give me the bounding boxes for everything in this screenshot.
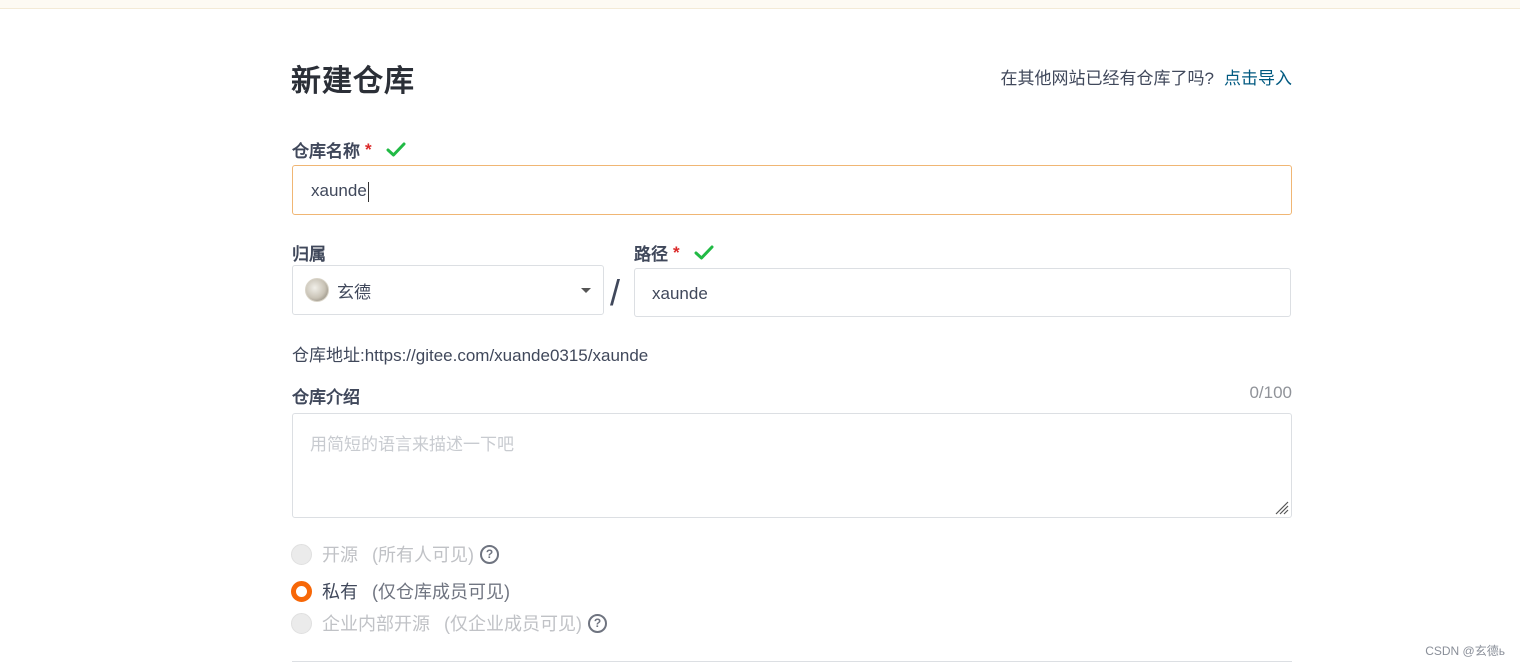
radio-private[interactable]: 私有 (仅仓库成员可见) [291,578,510,604]
radio-button[interactable] [291,580,312,602]
resize-handle-icon[interactable] [1273,499,1289,515]
radio-label: 企业内部开源 [322,614,430,634]
path-separator: / [610,272,621,313]
radio-sub-label: (仅企业成员可见) [444,614,582,634]
radio-label: 开源 [322,545,358,565]
import-link[interactable]: 点击导入 [1224,69,1292,88]
radio-sub-label: (所有人可见) [372,545,474,565]
top-strip [0,0,1520,9]
repo-name-value: xaunde [311,181,367,200]
repo-name-input[interactable]: xaunde [292,165,1292,215]
radio-button[interactable] [291,543,312,565]
repo-address: 仓库地址:https://gitee.com/xuande0315/xaunde [292,346,649,365]
import-hint-text: 在其他网站已经有仓库了吗? [1000,69,1214,88]
description-label-text: 仓库介绍 [292,388,360,407]
char-counter: 0/100 [1249,383,1292,402]
description-label: 仓库介绍 [292,383,360,408]
repo-name-label: 仓库名称 * [292,137,406,162]
radio-public[interactable]: 开源 (所有人可见) ? [291,541,499,567]
watermark: CSDN @玄德ь [1425,644,1505,658]
path-label: 路径 * [634,240,714,265]
radio-enterprise[interactable]: 企业内部开源 (仅企业成员可见) ? [291,610,607,636]
import-hint: 在其他网站已经有仓库了吗? 点击导入 [1001,64,1292,89]
required-mark: * [673,242,680,262]
check-icon [386,142,406,156]
help-icon[interactable]: ? [588,613,607,633]
description-placeholder: 用简短的语言来描述一下吧 [310,435,514,454]
radio-sub-label: (仅仓库成员可见) [372,582,510,602]
repo-name-label-text: 仓库名称 [292,142,360,161]
path-input[interactable]: xaunde [634,268,1291,317]
check-icon [694,245,714,259]
text-caret [367,181,369,202]
required-mark: * [365,139,372,159]
caret-down-icon [581,288,591,293]
description-textarea[interactable]: 用简短的语言来描述一下吧 [292,413,1292,518]
path-label-text: 路径 [634,245,668,264]
owner-label-text: 归属 [292,245,326,264]
page-title: 新建仓库 [291,65,415,98]
radio-label: 私有 [322,582,358,602]
avatar [305,278,329,302]
help-icon[interactable]: ? [480,544,499,564]
owner-name: 玄德 [337,282,371,302]
owner-select[interactable]: 玄德 [292,265,604,315]
owner-label: 归属 [292,240,326,265]
radio-button[interactable] [291,612,312,634]
divider [292,661,1292,662]
